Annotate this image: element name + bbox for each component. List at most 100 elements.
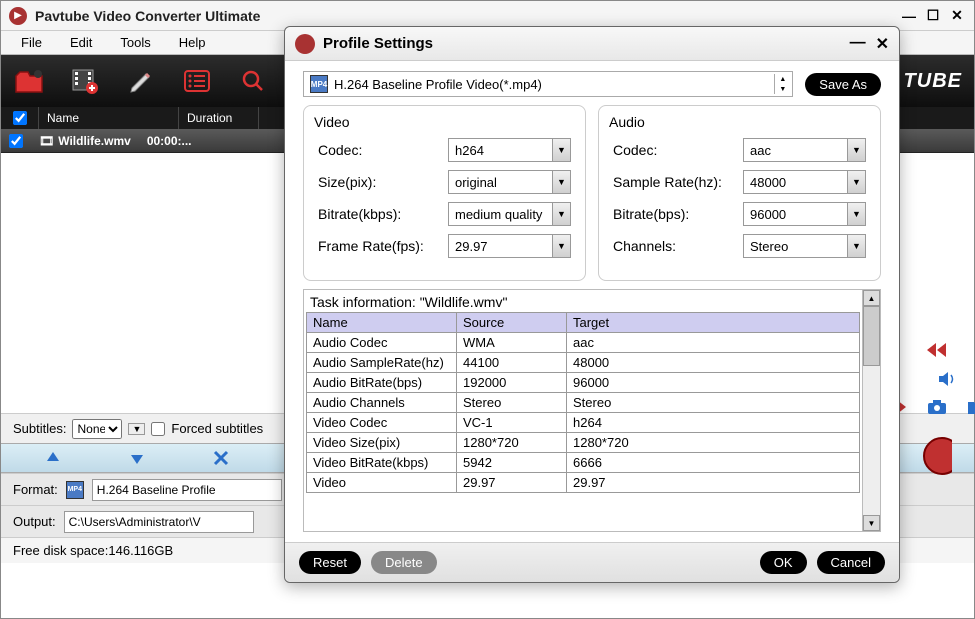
task-row: Audio BitRate(bps)19200096000 bbox=[307, 373, 860, 393]
profile-spinner[interactable]: ▲▼ bbox=[774, 74, 790, 94]
cancel-button[interactable]: Cancel bbox=[817, 551, 885, 574]
audio-sr-combo[interactable]: 48000▼ bbox=[743, 170, 866, 194]
subtitles-select[interactable]: None bbox=[72, 419, 122, 439]
task-header-source[interactable]: Source bbox=[457, 313, 567, 333]
header-check[interactable] bbox=[1, 107, 39, 129]
task-header-name[interactable]: Name bbox=[307, 313, 457, 333]
dialog-close-button[interactable]: ✕ bbox=[876, 34, 889, 54]
load-file-button[interactable] bbox=[13, 65, 45, 97]
task-title: Task information: "Wildlife.wmv" bbox=[306, 292, 860, 312]
ok-button[interactable]: OK bbox=[760, 551, 807, 574]
subtitles-dropdown-icon[interactable]: ▼ bbox=[128, 423, 145, 435]
format-profile-icon: MP4 bbox=[66, 481, 84, 499]
video-codec-combo[interactable]: h264▼ bbox=[448, 138, 571, 162]
header-duration[interactable]: Duration bbox=[179, 107, 259, 129]
video-group: Video Codec:h264▼ Size(pix):original▼ Bi… bbox=[303, 105, 586, 281]
row-checkbox[interactable] bbox=[9, 134, 23, 148]
remove-button[interactable] bbox=[209, 446, 233, 470]
dialog-footer: Reset Delete OK Cancel bbox=[285, 542, 899, 582]
format-input[interactable] bbox=[92, 479, 282, 501]
spin-up-icon[interactable]: ▲ bbox=[775, 74, 790, 84]
menu-file[interactable]: File bbox=[9, 33, 54, 52]
header-name[interactable]: Name bbox=[39, 107, 179, 129]
task-cell: 6666 bbox=[567, 453, 860, 473]
volume-button[interactable] bbox=[932, 367, 962, 391]
scroll-up-icon[interactable]: ▲ bbox=[863, 290, 880, 306]
open-folder-button[interactable] bbox=[962, 395, 975, 419]
task-row: Audio CodecWMAaac bbox=[307, 333, 860, 353]
task-row: Video29.9729.97 bbox=[307, 473, 860, 493]
maximize-button[interactable]: ☐ bbox=[924, 7, 942, 25]
dialog-minimize-button[interactable]: — bbox=[850, 34, 866, 54]
dropdown-icon[interactable]: ▼ bbox=[552, 235, 570, 257]
scroll-down-icon[interactable]: ▼ bbox=[863, 515, 880, 531]
menu-tools[interactable]: Tools bbox=[108, 33, 162, 52]
row-duration: 00:00:... bbox=[139, 129, 200, 152]
task-cell: aac bbox=[567, 333, 860, 353]
audio-bitrate-combo[interactable]: 96000▼ bbox=[743, 202, 866, 226]
task-cell: Video Size(pix) bbox=[307, 433, 457, 453]
task-cell: 44100 bbox=[457, 353, 567, 373]
video-size-label: Size(pix): bbox=[318, 174, 448, 190]
task-cell: 1280*720 bbox=[567, 433, 860, 453]
output-input[interactable] bbox=[64, 511, 254, 533]
video-size-combo[interactable]: original▼ bbox=[448, 170, 571, 194]
task-cell: Audio Codec bbox=[307, 333, 457, 353]
audio-ch-combo[interactable]: Stereo▼ bbox=[743, 234, 866, 258]
close-button[interactable]: ✕ bbox=[948, 7, 966, 25]
task-row: Video BitRate(kbps)59426666 bbox=[307, 453, 860, 473]
audio-codec-label: Codec: bbox=[613, 142, 743, 158]
dropdown-icon[interactable]: ▼ bbox=[847, 139, 865, 161]
app-logo-icon: ▶ bbox=[9, 7, 27, 25]
dialog-title: Profile Settings bbox=[323, 35, 850, 52]
save-as-button[interactable]: Save As bbox=[805, 73, 881, 96]
scroll-thumb[interactable] bbox=[863, 306, 880, 366]
snapshot-button[interactable] bbox=[922, 395, 952, 419]
dropdown-icon[interactable]: ▼ bbox=[847, 171, 865, 193]
audio-sr-label: Sample Rate(hz): bbox=[613, 174, 743, 190]
dropdown-icon[interactable]: ▼ bbox=[552, 139, 570, 161]
menu-help[interactable]: Help bbox=[167, 33, 218, 52]
dialog-titlebar: Profile Settings — ✕ bbox=[285, 27, 899, 61]
task-cell: 192000 bbox=[457, 373, 567, 393]
task-scrollbar[interactable]: ▲ ▼ bbox=[862, 290, 880, 531]
audio-group: Audio Codec:aac▼ Sample Rate(hz):48000▼ … bbox=[598, 105, 881, 281]
video-codec-label: Codec: bbox=[318, 142, 448, 158]
task-header-target[interactable]: Target bbox=[567, 313, 860, 333]
dropdown-icon[interactable]: ▼ bbox=[552, 203, 570, 225]
profile-select[interactable]: MP4 H.264 Baseline Profile Video(*.mp4) … bbox=[303, 71, 793, 97]
dropdown-icon[interactable]: ▼ bbox=[847, 203, 865, 225]
dropdown-icon[interactable]: ▼ bbox=[552, 171, 570, 193]
forced-subtitles-checkbox[interactable] bbox=[151, 422, 165, 436]
minimize-button[interactable]: — bbox=[900, 7, 918, 25]
row-name: Wildlife.wmv bbox=[58, 134, 131, 148]
delete-button[interactable]: Delete bbox=[371, 551, 437, 574]
task-row: Video Size(pix)1280*7201280*720 bbox=[307, 433, 860, 453]
task-cell: 1280*720 bbox=[457, 433, 567, 453]
brand-label: TUBE bbox=[904, 70, 962, 93]
video-group-title: Video bbox=[314, 114, 571, 130]
dialog-logo-icon bbox=[295, 34, 315, 54]
task-cell: WMA bbox=[457, 333, 567, 353]
forced-subtitles-label: Forced subtitles bbox=[171, 421, 263, 436]
video-fps-combo[interactable]: 29.97▼ bbox=[448, 234, 571, 258]
audio-codec-combo[interactable]: aac▼ bbox=[743, 138, 866, 162]
profile-format-icon: MP4 bbox=[310, 75, 328, 93]
task-cell: Audio SampleRate(hz) bbox=[307, 353, 457, 373]
spin-down-icon[interactable]: ▼ bbox=[775, 84, 790, 94]
list-button[interactable] bbox=[181, 65, 213, 97]
search-button[interactable] bbox=[237, 65, 269, 97]
task-cell: 5942 bbox=[457, 453, 567, 473]
convert-button[interactable] bbox=[922, 444, 952, 468]
edit-button[interactable] bbox=[125, 65, 157, 97]
output-label: Output: bbox=[13, 514, 56, 529]
add-video-button[interactable] bbox=[69, 65, 101, 97]
move-down-button[interactable] bbox=[125, 446, 149, 470]
reset-button[interactable]: Reset bbox=[299, 551, 361, 574]
video-bitrate-combo[interactable]: medium quality▼ bbox=[448, 202, 571, 226]
dropdown-icon[interactable]: ▼ bbox=[847, 235, 865, 257]
menu-edit[interactable]: Edit bbox=[58, 33, 104, 52]
prev-button[interactable] bbox=[922, 338, 952, 362]
move-up-button[interactable] bbox=[41, 446, 65, 470]
task-table: Name Source Target Audio CodecWMAaacAudi… bbox=[306, 312, 860, 493]
